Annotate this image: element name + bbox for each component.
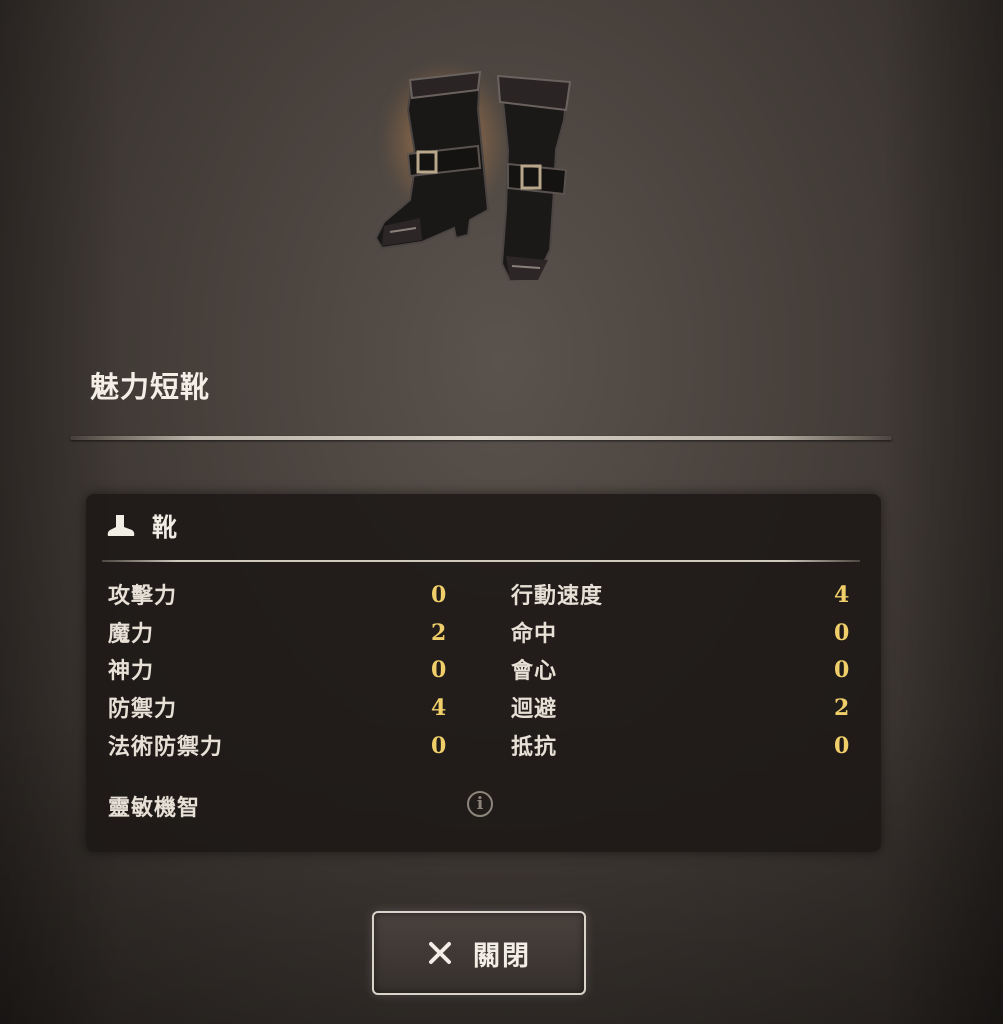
close-icon <box>429 942 451 964</box>
stat-value: 0 <box>431 582 447 608</box>
stat-name: 抵抗 <box>511 734 558 760</box>
stat-name: 神力 <box>108 658 155 684</box>
stat-name: 法術防禦力 <box>108 734 224 760</box>
stats-panel: 靴 攻擊力 0 魔力 2 神力 0 防禦力 4 法術防禦力 0 行動速度 4 命… <box>86 494 881 852</box>
item-title: 魅力短靴 <box>90 370 211 404</box>
category-label: 靴 <box>152 513 178 542</box>
stat-name: 防禦力 <box>108 696 178 722</box>
stat-row: 會心 <box>511 654 557 684</box>
stat-value: 0 <box>834 620 850 646</box>
stat-row: 神力 <box>108 654 154 684</box>
title-divider <box>70 436 892 440</box>
panel-divider <box>102 560 860 562</box>
stat-name: 迴避 <box>511 696 558 722</box>
stat-row: 抵抗 <box>511 730 557 760</box>
category-row: 靴 <box>106 508 177 544</box>
close-label: 關閉 <box>473 940 531 972</box>
stat-row: 迴避 <box>511 692 557 722</box>
stat-row: 防禦力 <box>108 692 177 722</box>
stat-value: 0 <box>834 657 850 683</box>
stat-name: 會心 <box>511 658 558 684</box>
stat-value: 2 <box>834 695 850 721</box>
stat-value: 4 <box>431 695 447 721</box>
stat-name: 魔力 <box>108 621 155 647</box>
boot-icon <box>107 515 135 536</box>
stat-row: 命中 <box>511 617 557 647</box>
stat-name: 命中 <box>511 621 558 647</box>
stat-name: 攻擊力 <box>108 583 178 609</box>
stat-row: 法術防禦力 <box>108 730 223 760</box>
leather-boots-icon <box>374 70 572 282</box>
trait-row: 靈敏機智 <box>108 791 200 821</box>
stat-name: 行動速度 <box>511 583 604 609</box>
info-icon[interactable]: i <box>467 791 493 817</box>
stat-value: 4 <box>834 582 850 608</box>
close-button[interactable]: 關閉 <box>372 911 586 995</box>
stat-row: 攻擊力 <box>108 579 177 609</box>
stat-value: 2 <box>431 620 447 646</box>
stat-row: 行動速度 <box>511 579 603 609</box>
stat-row: 魔力 <box>108 617 154 647</box>
trait-name: 靈敏機智 <box>108 795 201 821</box>
stat-value: 0 <box>431 657 447 683</box>
stat-value: 0 <box>431 733 447 759</box>
stat-value: 0 <box>834 733 850 759</box>
